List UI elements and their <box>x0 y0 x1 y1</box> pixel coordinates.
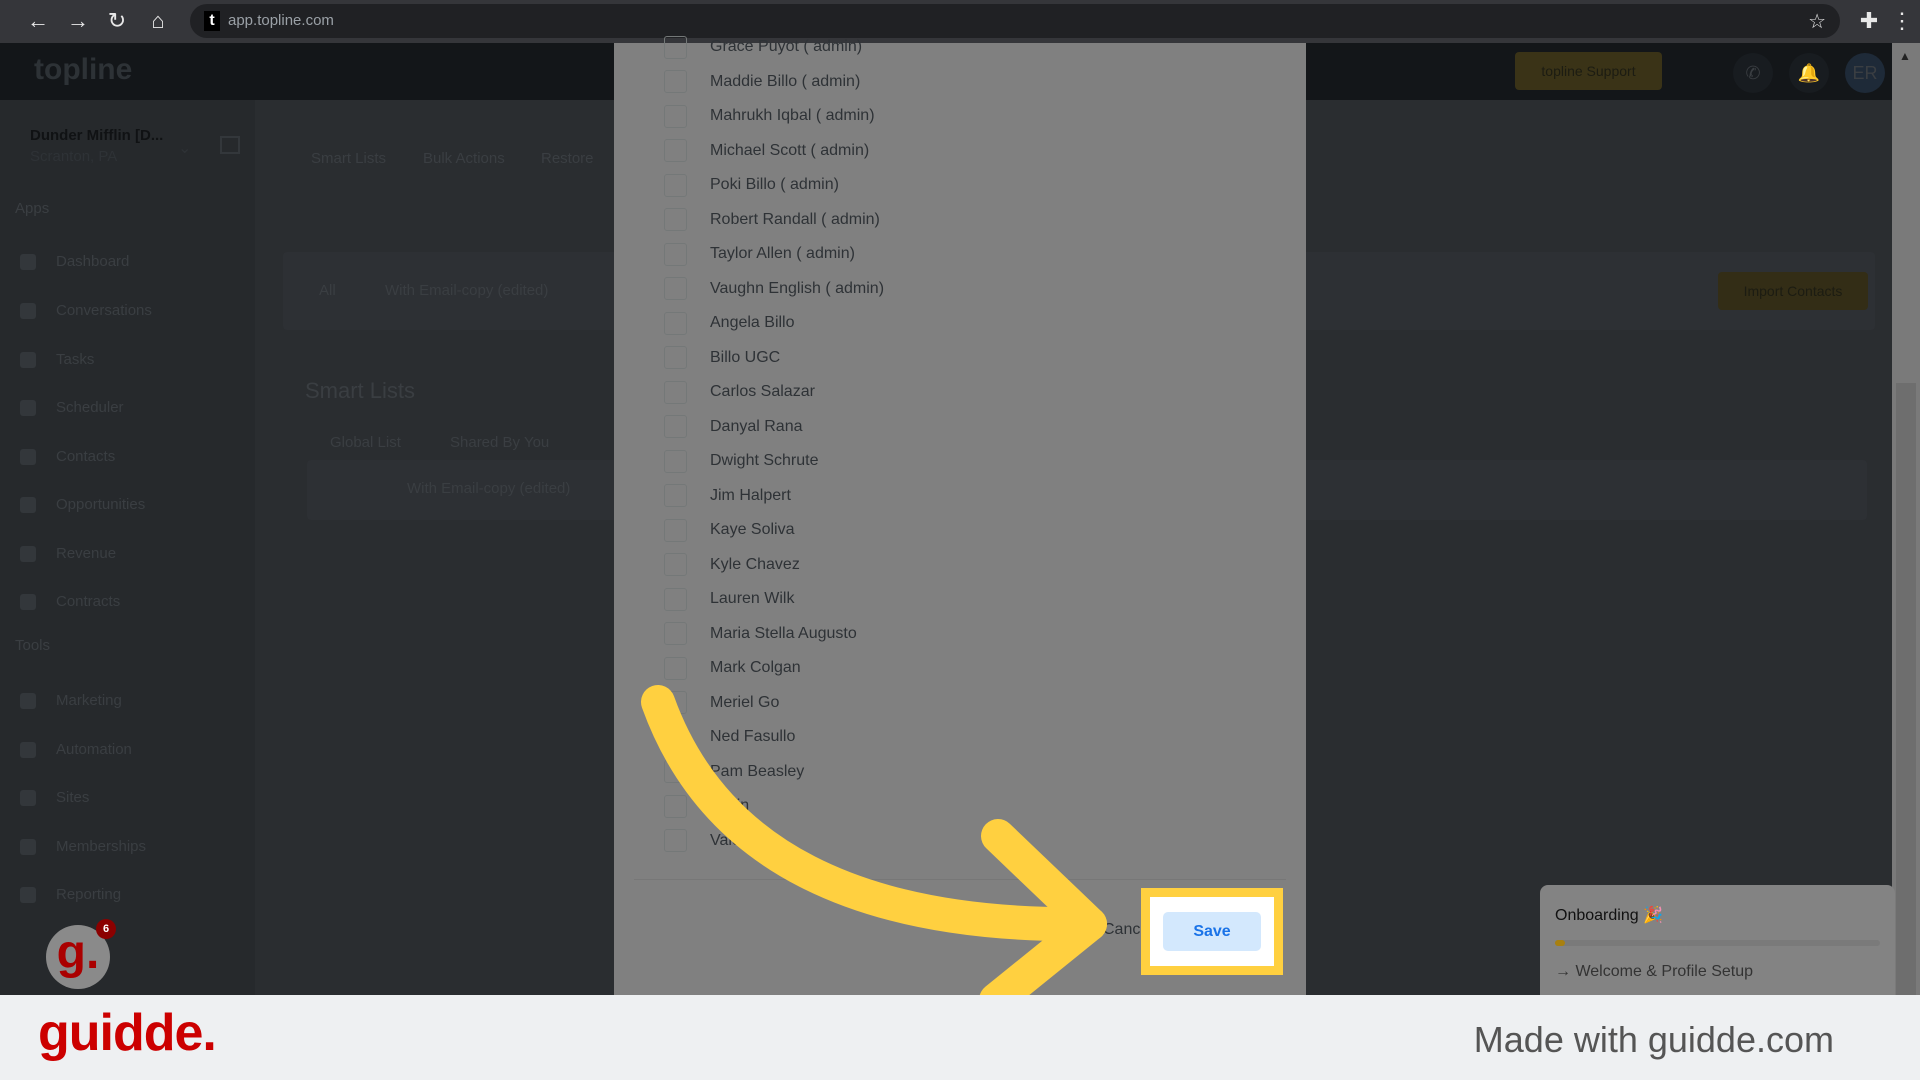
onboarding-title: Onboarding 🎉 <box>1555 907 1663 924</box>
onboarding-widget[interactable]: Onboarding 🎉 → Welcome & Profile Setup <box>1540 885 1895 995</box>
onboarding-progress <box>1555 940 1880 946</box>
guidde-badge-count: 6 <box>96 919 116 939</box>
arrow-curve <box>641 685 1107 942</box>
guidde-logo: guidde. <box>38 1004 217 1062</box>
guidde-badge[interactable]: g. 6 <box>46 919 116 989</box>
onboarding-step[interactable]: → Welcome & Profile Setup <box>1555 963 1753 981</box>
onboarding-step-label: Welcome & Profile Setup <box>1575 963 1754 980</box>
made-with-text: Made with guidde.com <box>1473 1019 1834 1060</box>
guidde-footer: guidde. Made with guidde.com <box>0 995 1920 1080</box>
